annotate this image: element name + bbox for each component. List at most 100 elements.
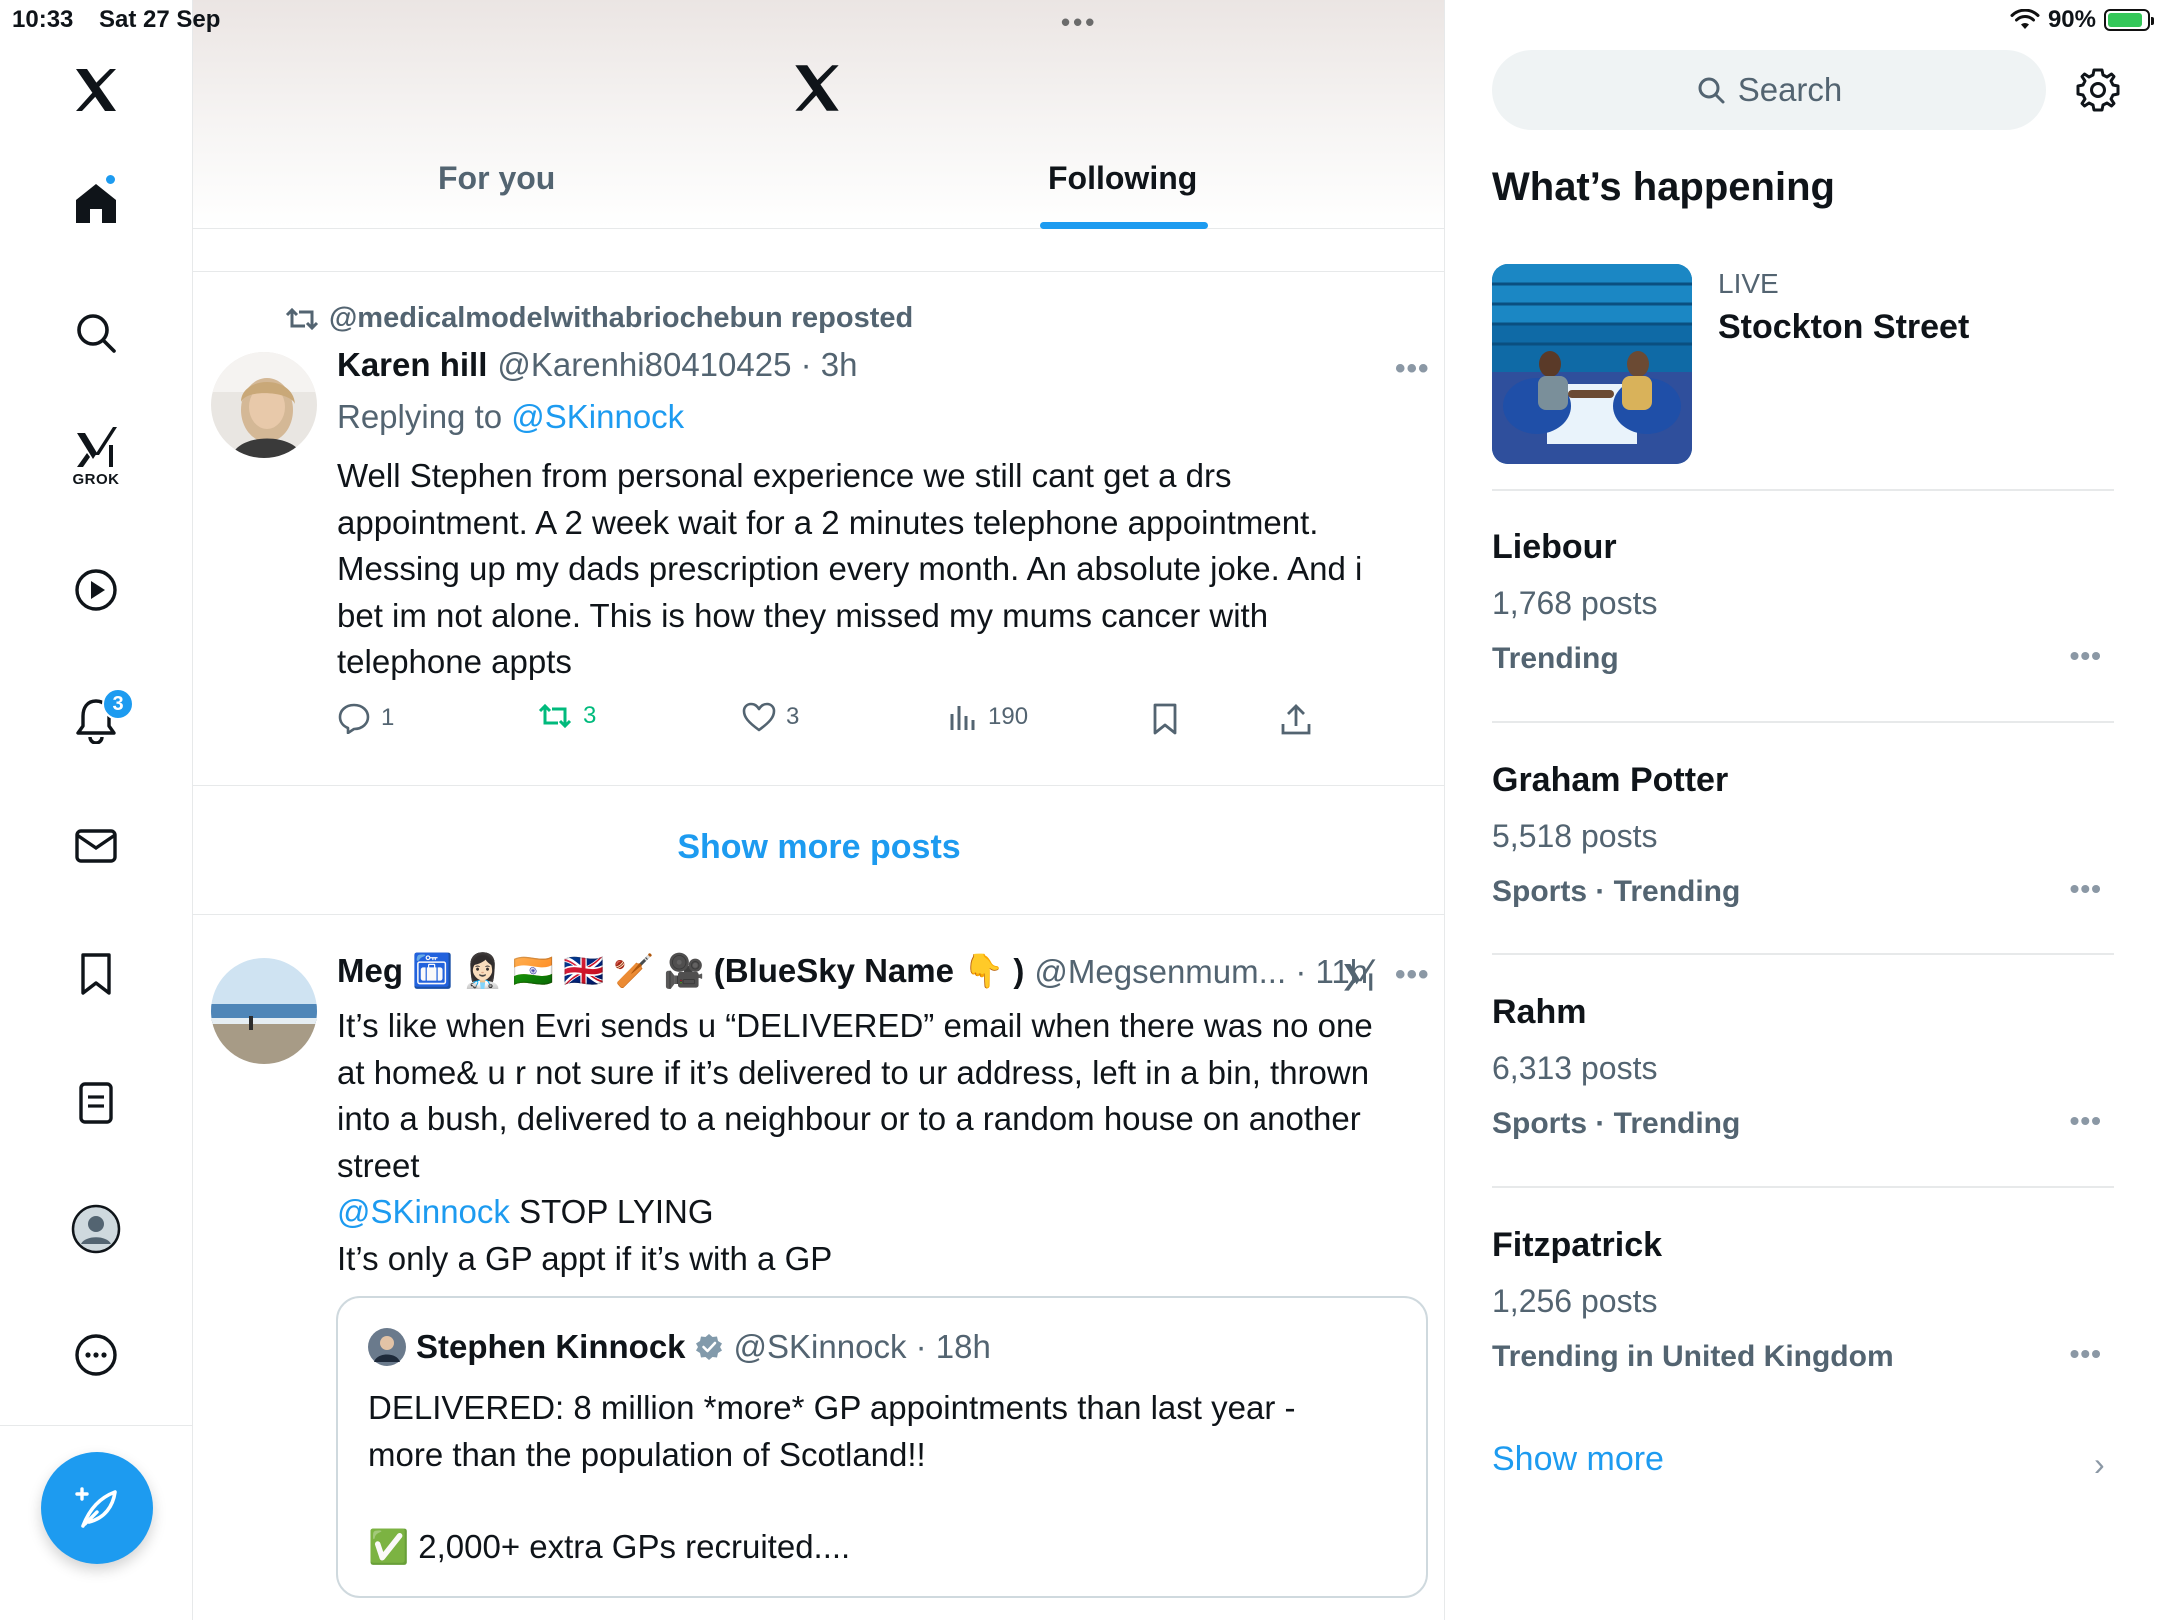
post-text-line: telephone appts [337, 643, 572, 680]
tab-for-you[interactable]: For you [438, 160, 555, 197]
trend-item[interactable]: Liebour 1,768 posts Trending ••• [1492, 528, 2114, 688]
status-date: Sat 27 Sep [99, 6, 221, 33]
quoted-text-line: more than the population of Scotland!! [368, 1436, 926, 1473]
nav-more[interactable] [56, 1315, 136, 1395]
trend-category: Trending [1492, 642, 1619, 675]
avatar-icon [71, 1204, 121, 1254]
multitasking-dots-icon[interactable]: ••• [1061, 7, 1097, 38]
nav-profile[interactable] [56, 1189, 136, 1269]
quoted-author-name: Stephen Kinnock [416, 1328, 686, 1365]
post-text-line: street [337, 1146, 420, 1184]
trend-more-button[interactable]: ••• [2070, 1338, 2102, 1370]
list-icon [79, 1082, 113, 1124]
nav-explore[interactable] [56, 293, 136, 373]
trend-name: Graham Potter [1492, 761, 1729, 799]
search-placeholder: Search [1737, 71, 1843, 108]
post-divider [193, 271, 1444, 272]
trend-item[interactable]: Graham Potter 5,518 posts Sports · Trend… [1492, 761, 2114, 921]
quoted-text-line: ✅ 2,000+ extra GPs recruited.... [368, 1528, 851, 1565]
replying-to: Replying to @SKinnock [337, 398, 684, 436]
quoted-text-line: DELIVERED: 8 million *more* GP appointme… [368, 1389, 1296, 1426]
trend-category: Trending in United Kingdom [1492, 1340, 1894, 1373]
post-more-button[interactable]: ••• [1395, 352, 1430, 386]
author-name[interactable]: Meg 🛅 👩🏻‍⚕️ 🇮🇳 🇬🇧 🏏 🎥 (BlueSky Name 👇 ) [337, 952, 1024, 991]
post-text-line: bet im not alone. This is how they misse… [337, 596, 1269, 634]
post-more-button[interactable]: ••• [1395, 958, 1430, 992]
trend-divider [1492, 721, 2114, 723]
reply-icon [338, 703, 370, 734]
bar-chart-icon [950, 706, 975, 730]
reply-to-link[interactable]: @SKinnock [511, 398, 684, 435]
quoted-post-text: DELIVERED: 8 million *more* GP appointme… [368, 1384, 1398, 1570]
home-unread-dot [104, 173, 117, 186]
trend-more-button[interactable]: ••• [2070, 1105, 2102, 1137]
nav-notifications[interactable]: 3 [56, 680, 136, 760]
post-text: Well Stephen from personal experience we… [337, 453, 1397, 686]
more-circle-icon [75, 1334, 117, 1376]
whats-happening-title: What’s happening [1492, 165, 1835, 209]
quoted-post[interactable]: Stephen Kinnock @SKinnock · 18h DELIVERE… [336, 1296, 1428, 1598]
post-text-line: Well Stephen from personal experience we… [337, 457, 1232, 494]
status-bar: 10:33 Sat 27 Sep ••• 90% [0, 0, 2160, 40]
live-label: LIVE [1718, 268, 1779, 299]
trend-name: Fitzpatrick [1492, 1226, 1663, 1264]
show-more-posts-button[interactable]: Show more posts [193, 828, 1444, 867]
active-tab-indicator [1040, 222, 1208, 229]
author-handle-time[interactable]: @Megsenmum... · 11h [1034, 953, 1368, 991]
x-logo-icon[interactable] [56, 50, 136, 130]
post-text-line: It’s like when Evri sends u “DELIVERED” … [337, 1007, 1373, 1044]
like-button[interactable]: 3 [742, 702, 799, 732]
grok-icon[interactable] [1341, 957, 1377, 993]
gear-icon[interactable] [2074, 66, 2122, 114]
timeline: For you Following @medicalmodelwithabrio… [193, 0, 1445, 1620]
views-count: 190 [988, 703, 1029, 730]
nav-bookmarks[interactable] [56, 934, 136, 1014]
mention-link[interactable]: @SKinnock [337, 1193, 510, 1230]
post-text-line: into a bush, delivered to a neighbour or… [337, 1100, 1361, 1137]
search-icon [1698, 77, 1725, 104]
grok-label: GROK [72, 470, 120, 488]
compose-button[interactable] [41, 1452, 153, 1564]
nav-lists[interactable] [56, 1063, 136, 1143]
chevron-right-icon[interactable]: › [2094, 1446, 2105, 1483]
bookmark-icon [81, 953, 111, 995]
post-text: It’s like when Evri sends u “DELIVERED” … [337, 1003, 1417, 1282]
repost-button[interactable]: 3 [537, 702, 596, 730]
quoted-author: Stephen Kinnock @SKinnock · 18h [368, 1328, 991, 1366]
compose-feather-icon [75, 1487, 117, 1528]
nav-messages[interactable] [56, 806, 136, 886]
avatar[interactable] [211, 958, 317, 1064]
post-text-line: Messing up my dads prescription every mo… [337, 550, 1363, 587]
reply-count: 1 [381, 704, 395, 731]
share-button[interactable] [1280, 702, 1312, 736]
heart-icon [742, 702, 776, 732]
live-event-image[interactable] [1492, 264, 1692, 464]
search-input[interactable]: Search [1492, 50, 2046, 130]
battery-icon [2104, 9, 2154, 31]
author-handle-time[interactable]: @Karenhi80410425 · 3h [497, 346, 857, 384]
post-author: Karen hill @Karenhi80410425 · 3h [337, 346, 857, 384]
live-title[interactable]: Stockton Street [1718, 308, 1969, 347]
avatar[interactable] [211, 352, 317, 458]
trend-more-button[interactable]: ••• [2070, 873, 2102, 905]
views-button[interactable]: 190 [948, 702, 1028, 732]
author-name[interactable]: Karen hill [337, 346, 487, 384]
trend-item[interactable]: Rahm 6,313 posts Sports · Trending ••• [1492, 993, 2114, 1153]
trend-item[interactable]: Fitzpatrick 1,256 posts Trending in Unit… [1492, 1226, 2114, 1386]
trend-more-button[interactable]: ••• [2070, 640, 2102, 672]
nav-home[interactable] [56, 163, 136, 243]
trend-count: 1,768 posts [1492, 585, 1658, 621]
play-circle-icon [75, 569, 117, 611]
nav-video[interactable] [56, 550, 136, 630]
mention-suffix: STOP LYING [509, 1193, 714, 1230]
like-count: 3 [786, 703, 800, 730]
bookmark-button[interactable] [1151, 702, 1179, 736]
tab-following[interactable]: Following [1048, 160, 1197, 197]
nav-grok[interactable]: GROK [56, 416, 136, 496]
post-text-line: appointment. A 2 week wait for a 2 minut… [337, 503, 1319, 541]
post-text-line: It’s only a GP appt if it’s with a GP [337, 1239, 833, 1277]
reply-button[interactable]: 1 [337, 702, 394, 734]
show-more-link[interactable]: Show more [1492, 1440, 1664, 1479]
post-text-line: @SKinnock STOP LYING [337, 1189, 1417, 1236]
repost-context: @medicalmodelwithabriochebun reposted [285, 302, 913, 335]
